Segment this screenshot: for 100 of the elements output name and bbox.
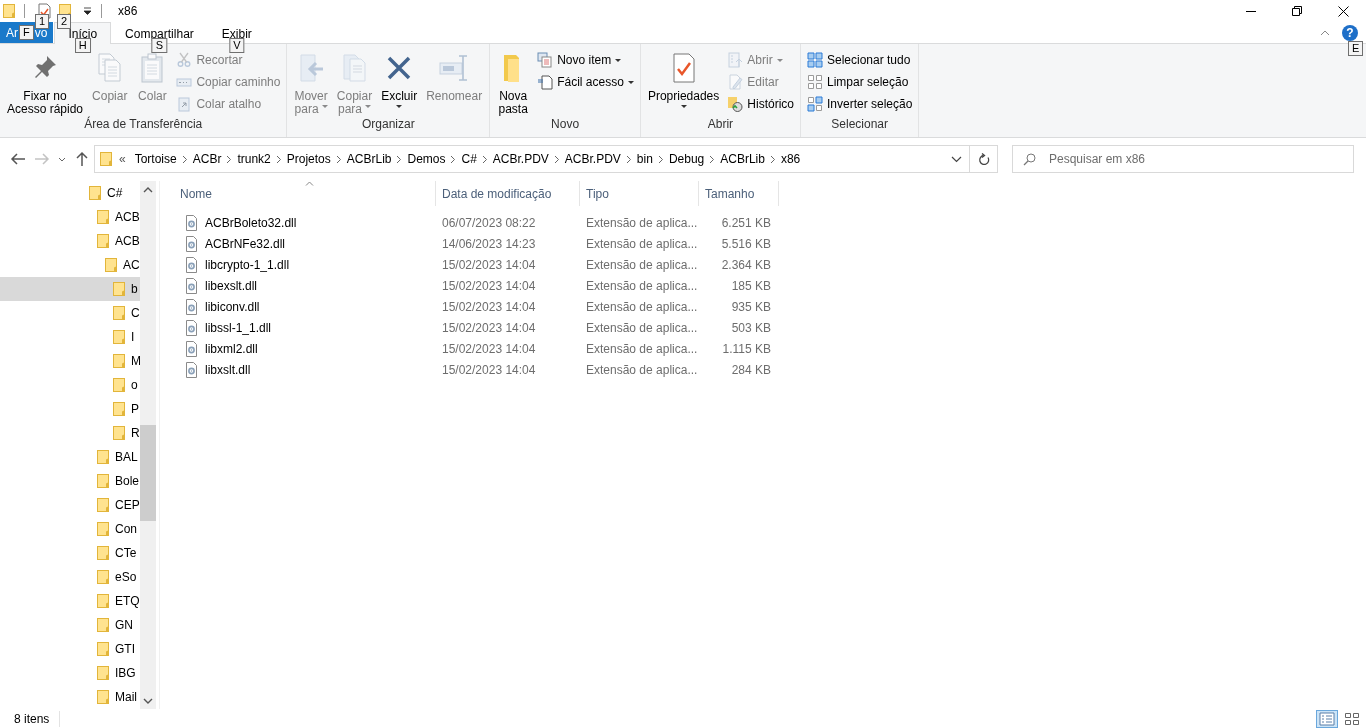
breadcrumb-item[interactable]: x86	[775, 152, 806, 166]
file-size: 935 KB	[730, 299, 772, 314]
ribbon-button[interactable]: Propriedades	[643, 49, 724, 115]
ribbon-button[interactable]: Excluir	[377, 49, 422, 115]
tree-item[interactable]: ACB	[0, 229, 140, 253]
modified-date: 15/02/2023 14:04	[441, 362, 537, 377]
breadcrumb-item[interactable]: ACBr.PDV	[487, 152, 554, 166]
ribbon-button[interactable]: Fácil acesso	[534, 71, 637, 93]
folder-icon	[99, 151, 113, 167]
refresh-button[interactable]	[970, 145, 998, 173]
ribbon-button[interactable]: Nova pasta	[493, 49, 534, 116]
chevron-right-icon	[481, 154, 488, 164]
ribbon-button[interactable]: Histórico	[724, 93, 797, 115]
chevron-right-icon	[450, 154, 457, 164]
grid-icon	[807, 74, 823, 90]
file-name[interactable]: ACBrBoleto32.dll	[205, 215, 297, 230]
breadcrumb-item[interactable]: Demos	[402, 152, 451, 166]
invert-selection-icon	[807, 96, 823, 112]
column-header[interactable]: Tamanho	[699, 181, 779, 206]
tree-item[interactable]: Mail	[0, 685, 140, 709]
tree-item[interactable]: CEP	[0, 493, 140, 517]
tree-item[interactable]: GN	[0, 613, 140, 637]
file-name[interactable]: libiconv.dll	[205, 299, 260, 314]
refresh-icon	[977, 152, 990, 166]
breadcrumb-item[interactable]: Tortoise	[129, 152, 182, 166]
file-name[interactable]: libxslt.dll	[205, 362, 251, 377]
folder-icon	[96, 665, 110, 681]
tree-item[interactable]: C	[0, 301, 140, 325]
chevron-right-icon	[769, 154, 776, 164]
file-size: 2.364 KB	[720, 257, 772, 272]
dll-file-icon	[184, 214, 199, 231]
file-name[interactable]: libexslt.dll	[205, 278, 258, 293]
breadcrumb-item[interactable]: Debug	[663, 152, 710, 166]
column-header[interactable]: Data de modificação	[436, 181, 580, 206]
file-type: Extensão de aplica...	[585, 362, 699, 377]
details-view-button[interactable]	[1316, 709, 1338, 728]
file-name[interactable]: libxml2.dll	[205, 341, 258, 356]
folder-icon	[96, 209, 110, 225]
breadcrumb-item[interactable]: Projetos	[281, 152, 336, 166]
folder-icon	[96, 569, 110, 585]
file-size: 185 KB	[730, 278, 772, 293]
file-name[interactable]: libssl-1_1.dll	[205, 320, 272, 335]
folder-icon	[112, 425, 126, 441]
column-header[interactable]: Nome	[174, 181, 436, 206]
tree-item[interactable]: IBG	[0, 661, 140, 685]
tree-item[interactable]: eSo	[0, 565, 140, 589]
tree-item[interactable]: I	[0, 325, 140, 349]
folder-icon	[96, 233, 110, 249]
column-header[interactable]: Tipo	[580, 181, 699, 206]
file-name[interactable]: libcrypto-1_1.dll	[205, 257, 290, 272]
breadcrumb-item[interactable]: ACBrLib	[341, 152, 397, 166]
file-type: Extensão de aplica...	[585, 236, 699, 251]
tree-item[interactable]: ETQ	[0, 589, 140, 613]
tree-item[interactable]: BAL	[0, 445, 140, 469]
tree-item[interactable]: Con	[0, 517, 140, 541]
tree-item[interactable]: R	[0, 421, 140, 445]
page-icon	[537, 74, 554, 90]
breadcrumb-item[interactable]: ACBr	[187, 152, 227, 166]
tree-item[interactable]: C#	[0, 181, 140, 205]
search-field[interactable]: Pesquisar em x86	[1012, 145, 1354, 173]
breadcrumb-item[interactable]: C#	[456, 152, 482, 166]
chevron-up-icon	[1320, 29, 1330, 36]
chevron-right-icon	[396, 154, 403, 164]
breadcrumb-item[interactable]: ACBrLib	[715, 152, 770, 166]
folder-icon	[104, 257, 118, 273]
file-type: Extensão de aplica...	[585, 278, 699, 293]
ribbon-button[interactable]: Novo item	[534, 49, 637, 71]
folder-icon	[112, 377, 126, 393]
dll-file-icon	[184, 277, 199, 294]
file-name[interactable]: ACBrNFe32.dll	[205, 236, 286, 251]
dll-file-icon	[184, 340, 199, 357]
modified-date: 06/07/2023 08:22	[441, 215, 537, 230]
tree-item[interactable]: o	[0, 373, 140, 397]
tree-item[interactable]: P	[0, 397, 140, 421]
shortcut-icon	[176, 96, 193, 112]
tree-item[interactable]: M	[0, 349, 140, 373]
tree-item[interactable]: CTe	[0, 541, 140, 565]
overflow-button[interactable]: «	[113, 152, 130, 166]
help-button[interactable]: ?	[1337, 21, 1363, 44]
dll-file-icon	[184, 256, 199, 273]
ribbon-button[interactable]: Limpar seleção	[804, 71, 916, 93]
file-size: 5.516 KB	[720, 236, 772, 251]
chevron-right-icon	[181, 154, 188, 164]
group-label: Área de Transferência	[83, 117, 204, 133]
scrollbar-thumb[interactable]	[140, 425, 156, 521]
breadcrumb-item[interactable]: trunk2	[232, 152, 276, 166]
breadcrumb-item[interactable]: bin	[631, 152, 658, 166]
tree-item[interactable]: AC	[0, 253, 140, 277]
chevron-down-icon	[143, 697, 153, 704]
tree-item[interactable]: Bole	[0, 469, 140, 493]
tree-item[interactable]: GTI	[0, 637, 140, 661]
folder-icon	[96, 617, 110, 633]
tree-item[interactable]: ACB	[0, 205, 140, 229]
file-size: 503 KB	[730, 320, 772, 335]
ribbon-button[interactable]: Selecionar tudo	[804, 49, 916, 71]
tree-item[interactable]: b	[0, 277, 140, 301]
breadcrumb-item[interactable]: ACBr.PDV	[559, 152, 626, 166]
file-type: Extensão de aplica...	[585, 299, 699, 314]
keytip-tooltip: 2	[57, 14, 72, 29]
ribbon-button[interactable]: Inverter seleção	[804, 93, 916, 115]
